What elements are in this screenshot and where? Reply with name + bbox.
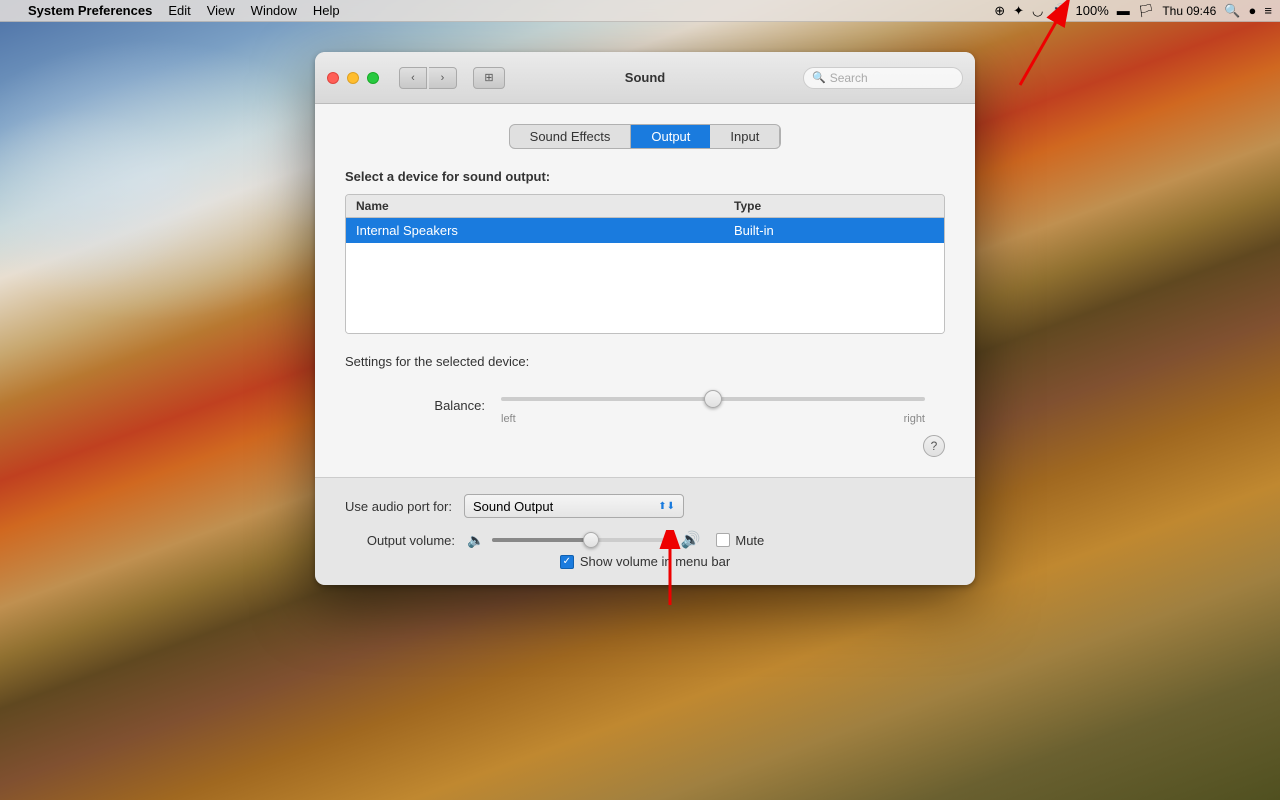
bluetooth-icon: ✦ bbox=[1013, 3, 1024, 19]
wifi-icon: ◡ bbox=[1032, 3, 1043, 19]
flag-icon: 🏳 bbox=[1138, 3, 1155, 19]
traffic-lights bbox=[327, 72, 379, 84]
tab-output[interactable]: Output bbox=[631, 125, 710, 148]
volume-low-icon: 🔈 bbox=[467, 532, 484, 549]
balance-label: Balance: bbox=[365, 398, 485, 413]
back-button[interactable]: ‹ bbox=[399, 67, 427, 89]
balance-row: Balance: left right bbox=[345, 385, 945, 425]
volume-icon[interactable]: 🔊 bbox=[1051, 3, 1067, 19]
device-name: Internal Speakers bbox=[356, 223, 734, 238]
window-title: Sound bbox=[625, 70, 665, 85]
volume-row: Output volume: 🔈 🔊 Mute bbox=[345, 530, 945, 550]
audio-port-value: Sound Output bbox=[473, 499, 553, 514]
device-type: Built-in bbox=[734, 223, 934, 238]
clock: Thu 09:46 bbox=[1162, 4, 1216, 18]
bottom-section: Use audio port for: Sound Output ⬆⬇ Outp… bbox=[315, 477, 975, 585]
battery-icon: ▬ bbox=[1117, 3, 1130, 18]
tab-sound-effects[interactable]: Sound Effects bbox=[510, 125, 632, 148]
select-device-label: Select a device for sound output: bbox=[345, 169, 945, 184]
search-box[interactable]: 🔍 Search bbox=[803, 67, 963, 89]
show-volume-row: ✓ Show volume in menu bar bbox=[345, 554, 945, 569]
close-button[interactable] bbox=[327, 72, 339, 84]
table-empty-area bbox=[346, 243, 944, 333]
menu-view[interactable]: View bbox=[207, 3, 235, 18]
user-icon[interactable]: ● bbox=[1249, 3, 1257, 18]
table-body: Internal Speakers Built-in bbox=[346, 218, 944, 333]
titlebar: ‹ › ⊞ Sound 🔍 Search bbox=[315, 52, 975, 104]
mute-checkbox[interactable] bbox=[716, 533, 730, 547]
search-placeholder: Search bbox=[830, 71, 868, 85]
volume-slider-fill bbox=[492, 538, 591, 542]
menu-window[interactable]: Window bbox=[251, 3, 297, 18]
target-icon: ⊕ bbox=[994, 3, 1005, 19]
grid-button[interactable]: ⊞ bbox=[473, 67, 505, 89]
balance-right-label: right bbox=[904, 413, 925, 425]
show-volume-label: Show volume in menu bar bbox=[580, 554, 730, 569]
balance-slider-track[interactable] bbox=[501, 397, 925, 401]
audio-port-select[interactable]: Sound Output ⬆⬇ bbox=[464, 494, 684, 518]
volume-slider-track[interactable] bbox=[492, 538, 672, 542]
search-menubar-icon[interactable]: 🔍 bbox=[1224, 3, 1240, 19]
device-table: Name Type Internal Speakers Built-in bbox=[345, 194, 945, 334]
nav-buttons: ‹ › bbox=[399, 67, 457, 89]
volume-high-icon: 🔊 bbox=[680, 530, 700, 550]
tabs-container: Sound Effects Output Input bbox=[345, 124, 945, 149]
battery-percent: 100% bbox=[1076, 3, 1109, 18]
menubar-left: System Preferences Edit View Window Help bbox=[8, 3, 994, 18]
show-volume-checkbox[interactable]: ✓ bbox=[560, 555, 574, 569]
minimize-button[interactable] bbox=[347, 72, 359, 84]
audio-port-label: Use audio port for: bbox=[345, 499, 452, 514]
mute-area: Mute bbox=[716, 533, 764, 548]
menu-help[interactable]: Help bbox=[313, 3, 340, 18]
forward-button[interactable]: › bbox=[429, 67, 457, 89]
window-content: Sound Effects Output Input Select a devi… bbox=[315, 104, 975, 477]
audio-port-row: Use audio port for: Sound Output ⬆⬇ bbox=[345, 494, 945, 518]
table-header: Name Type bbox=[346, 195, 944, 218]
col-type-header: Type bbox=[734, 199, 934, 213]
search-icon: 🔍 bbox=[812, 71, 826, 84]
mute-label: Mute bbox=[735, 533, 764, 548]
app-name[interactable]: System Preferences bbox=[28, 3, 152, 18]
settings-label: Settings for the selected device: bbox=[345, 354, 945, 369]
menu-edit[interactable]: Edit bbox=[168, 3, 190, 18]
tab-group: Sound Effects Output Input bbox=[509, 124, 782, 149]
help-button[interactable]: ? bbox=[923, 435, 945, 457]
balance-slider-container: left right bbox=[501, 385, 925, 425]
sound-window: ‹ › ⊞ Sound 🔍 Search Sound Effects Outpu… bbox=[315, 52, 975, 585]
list-icon[interactable]: ≡ bbox=[1264, 3, 1272, 18]
maximize-button[interactable] bbox=[367, 72, 379, 84]
balance-left-label: left bbox=[501, 413, 516, 425]
col-name-header: Name bbox=[356, 199, 734, 213]
volume-slider-thumb[interactable] bbox=[583, 532, 599, 548]
balance-slider-thumb[interactable] bbox=[704, 390, 722, 408]
balance-labels: left right bbox=[501, 413, 925, 425]
table-row[interactable]: Internal Speakers Built-in bbox=[346, 218, 944, 243]
menubar-right: ⊕ ✦ ◡ 🔊 100% ▬ 🏳 Thu 09:46 🔍 ● ≡ bbox=[994, 3, 1272, 19]
select-arrow-icon: ⬆⬇ bbox=[658, 501, 675, 512]
tab-input[interactable]: Input bbox=[710, 125, 780, 148]
output-volume-label: Output volume: bbox=[345, 533, 455, 548]
menubar: System Preferences Edit View Window Help… bbox=[0, 0, 1280, 22]
